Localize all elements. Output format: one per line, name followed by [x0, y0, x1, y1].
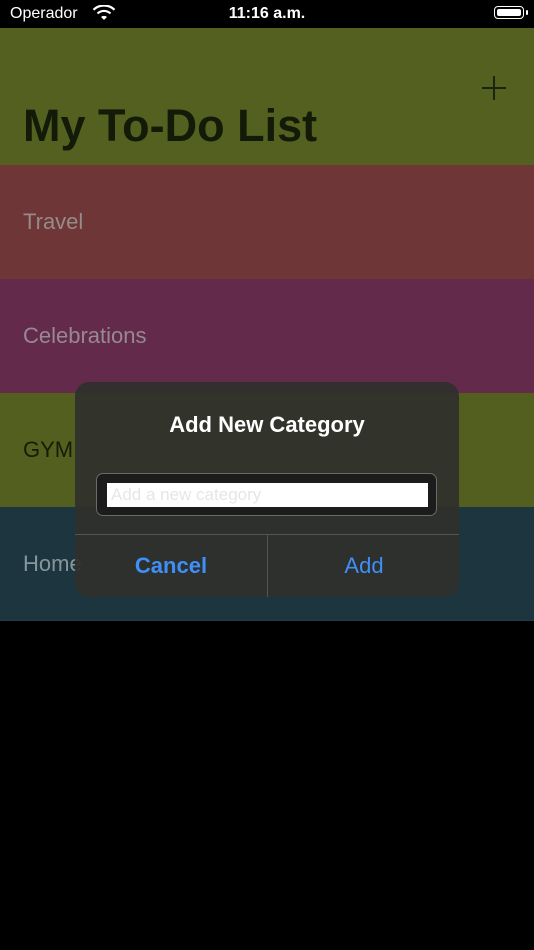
category-name-input[interactable]: [107, 483, 428, 507]
add-button[interactable]: Add: [268, 535, 459, 597]
cancel-button[interactable]: Cancel: [75, 535, 267, 597]
battery-icon: [494, 6, 528, 19]
status-bar: Operador 11:16 a.m.: [0, 0, 534, 28]
text-field-container: [96, 473, 437, 516]
clock: 11:16 a.m.: [228, 5, 306, 22]
add-category-dialog: Add New Category Cancel Add: [75, 382, 459, 597]
dialog-title: Add New Category: [169, 412, 365, 437]
